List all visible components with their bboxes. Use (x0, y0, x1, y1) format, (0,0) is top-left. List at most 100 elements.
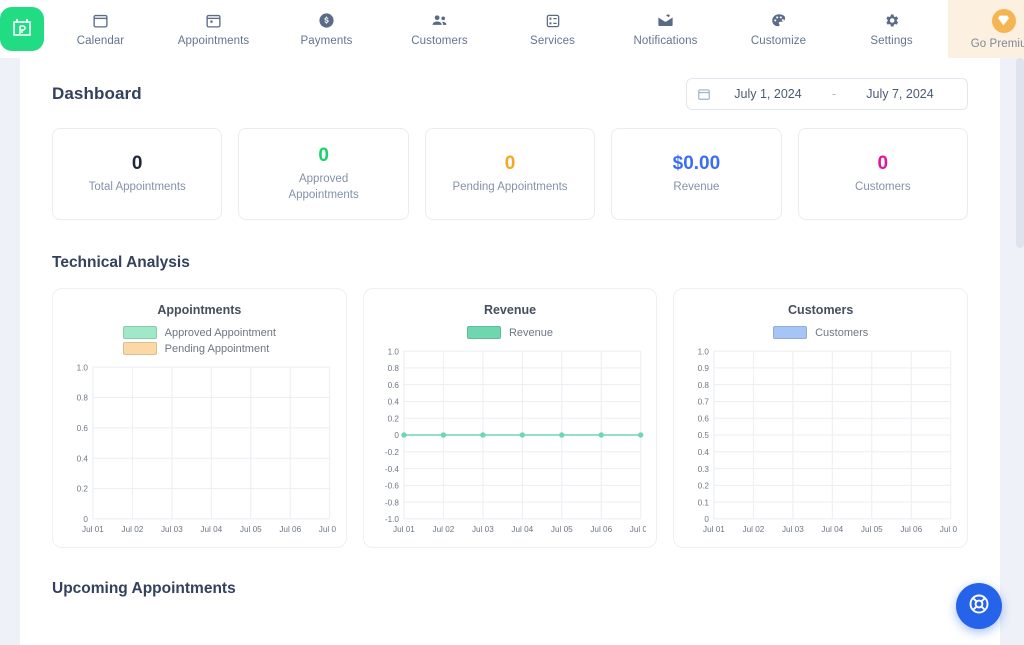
calendar-event-icon (205, 12, 222, 30)
top-navigation-bar: Calendar Appointments Payments Customers… (0, 0, 1024, 58)
svg-text:0.8: 0.8 (698, 381, 710, 390)
nav-item-go-premium[interactable]: Go Premium (948, 0, 1024, 58)
svg-text:Jul 03: Jul 03 (472, 525, 494, 534)
stat-card-total-appointments[interactable]: 0 Total Appointments (52, 128, 223, 220)
svg-text:1.0: 1.0 (77, 363, 89, 372)
chart-legend: Revenue (466, 326, 553, 339)
svg-text:0.7: 0.7 (698, 398, 710, 407)
svg-text:0.9: 0.9 (698, 364, 710, 373)
svg-text:Jul 07: Jul 07 (629, 525, 646, 534)
nav-item-payments[interactable]: Payments (270, 0, 383, 58)
svg-text:1.0: 1.0 (387, 347, 399, 356)
stat-label: Total Appointments (88, 180, 186, 193)
chart-legend: Customers (773, 326, 868, 339)
stat-value: 0 (877, 152, 889, 174)
svg-text:0: 0 (83, 515, 88, 524)
legend-swatch (466, 326, 501, 339)
main-content-panel: Dashboard July 1, 2024 - July 7, 2024 0 … (20, 58, 1000, 645)
nav-label: Services (530, 34, 575, 47)
svg-text:Jul 02: Jul 02 (432, 525, 454, 534)
stat-card-revenue[interactable]: $0.00 Revenue (611, 128, 782, 220)
gear-icon (883, 12, 900, 30)
svg-text:0.6: 0.6 (698, 414, 710, 423)
svg-text:Jul 05: Jul 05 (861, 525, 883, 534)
section-title-upcoming-appointments: Upcoming Appointments (52, 580, 236, 597)
nav-item-customers[interactable]: Customers (383, 0, 496, 58)
page-scrollbar-thumb[interactable] (1016, 58, 1024, 248)
section-title-technical-analysis: Technical Analysis (52, 254, 190, 271)
chart-plot-area: 1.0 0.8 0.6 0.4 0.2 0 Jul 01 Jul 02 Jul 03 Jul 04… (63, 361, 336, 539)
users-icon (430, 12, 449, 30)
nav-item-settings[interactable]: Settings (835, 0, 948, 58)
stat-card-approved-appointments[interactable]: 0 Approved Appointments (238, 128, 409, 220)
svg-text:-0.8: -0.8 (385, 498, 400, 507)
nav-item-services[interactable]: Services (496, 0, 609, 58)
svg-text:0.5: 0.5 (698, 431, 710, 440)
svg-text:0.4: 0.4 (387, 398, 399, 407)
stat-card-pending-appointments[interactable]: 0 Pending Appointments (424, 128, 596, 220)
stat-card-customers[interactable]: 0 Customers (797, 128, 969, 220)
svg-text:Jul 04: Jul 04 (200, 525, 222, 534)
date-range-picker[interactable]: July 1, 2024 - July 7, 2024 (686, 78, 968, 110)
date-range-separator: - (831, 87, 837, 101)
legend-swatch (122, 326, 157, 339)
nav-label: Notifications (633, 34, 698, 47)
svg-text:0.6: 0.6 (387, 381, 399, 390)
list-card-icon (545, 12, 561, 30)
nav-item-notifications[interactable]: Notifications (609, 0, 722, 58)
stat-label: Revenue (673, 180, 720, 193)
nav-label: Calendar (76, 34, 125, 47)
calendar-icon (92, 12, 109, 30)
stat-label: Pending Appointments (452, 180, 568, 193)
legend-label: Pending Appointment (164, 342, 270, 355)
nav-items: Calendar Appointments Payments Customers… (44, 0, 1024, 58)
palette-icon (770, 12, 788, 30)
legend-entry[interactable]: Customers (773, 326, 868, 339)
nav-label: Go Premium (970, 37, 1024, 50)
date-range-from[interactable]: July 1, 2024 (711, 87, 825, 101)
svg-text:Jul 03: Jul 03 (161, 525, 183, 534)
chart-title: Revenue (483, 303, 537, 317)
nav-item-appointments[interactable]: Appointments (157, 0, 270, 58)
legend-swatch (773, 326, 808, 339)
svg-text:0: 0 (394, 431, 399, 440)
svg-text:1.0: 1.0 (698, 347, 710, 356)
svg-text:Jul 07: Jul 07 (940, 525, 957, 534)
svg-text:-0.6: -0.6 (385, 482, 400, 491)
chart-legend: Approved Appointment Pending Appointment (122, 326, 276, 355)
support-button[interactable] (956, 583, 1002, 629)
legend-label: Customers (815, 326, 869, 339)
nav-label: Customize (750, 34, 807, 47)
stat-label: Customers (855, 180, 911, 193)
legend-entry[interactable]: Revenue (466, 326, 553, 339)
svg-text:0.8: 0.8 (77, 394, 89, 403)
legend-entry[interactable]: Pending Appointment (122, 342, 270, 355)
envelope-icon (656, 12, 675, 30)
app-logo[interactable] (0, 0, 44, 58)
svg-text:Jul 02: Jul 02 (743, 525, 765, 534)
chart-plot-area: 1.0 0.8 0.6 0.4 0.2 0 -0.2 -0.4 -0.6 -0.8 -1.0 Jul … (374, 345, 647, 539)
chart-card-appointments: Appointments Approved Appointment Pendin… (52, 288, 347, 548)
svg-text:-0.4: -0.4 (385, 465, 400, 474)
legend-swatch (122, 342, 157, 355)
date-range-to[interactable]: July 7, 2024 (843, 87, 957, 101)
svg-text:0.4: 0.4 (77, 454, 89, 463)
nav-item-calendar[interactable]: Calendar (44, 0, 157, 58)
svg-text:Jul 01: Jul 01 (703, 525, 725, 534)
nav-item-customize[interactable]: Customize (722, 0, 835, 58)
diamond-icon (991, 8, 1016, 33)
svg-text:Jul 03: Jul 03 (782, 525, 804, 534)
svg-text:Jul 06: Jul 06 (279, 525, 301, 534)
nav-label: Payments (300, 34, 353, 47)
chart-card-customers: Customers Customers 1.0 0.9 0.8 0.7 0.6 0.5 0.… (673, 288, 969, 548)
svg-text:Jul 04: Jul 04 (822, 525, 844, 534)
svg-text:Jul 01: Jul 01 (393, 525, 415, 534)
dollar-circle-icon (318, 12, 335, 30)
legend-entry[interactable]: Approved Appointment (122, 326, 276, 339)
charts-row: Appointments Approved Appointment Pendin… (52, 288, 969, 548)
svg-text:0.3: 0.3 (698, 465, 710, 474)
svg-text:0.2: 0.2 (387, 414, 399, 423)
svg-text:Jul 06: Jul 06 (901, 525, 923, 534)
dashboard-header: Dashboard July 1, 2024 - July 7, 2024 (52, 58, 968, 110)
chart-plot-area: 1.0 0.9 0.8 0.7 0.6 0.5 0.4 0.3 0.2 0.1 0 Jul 01 Jul… (684, 345, 957, 539)
